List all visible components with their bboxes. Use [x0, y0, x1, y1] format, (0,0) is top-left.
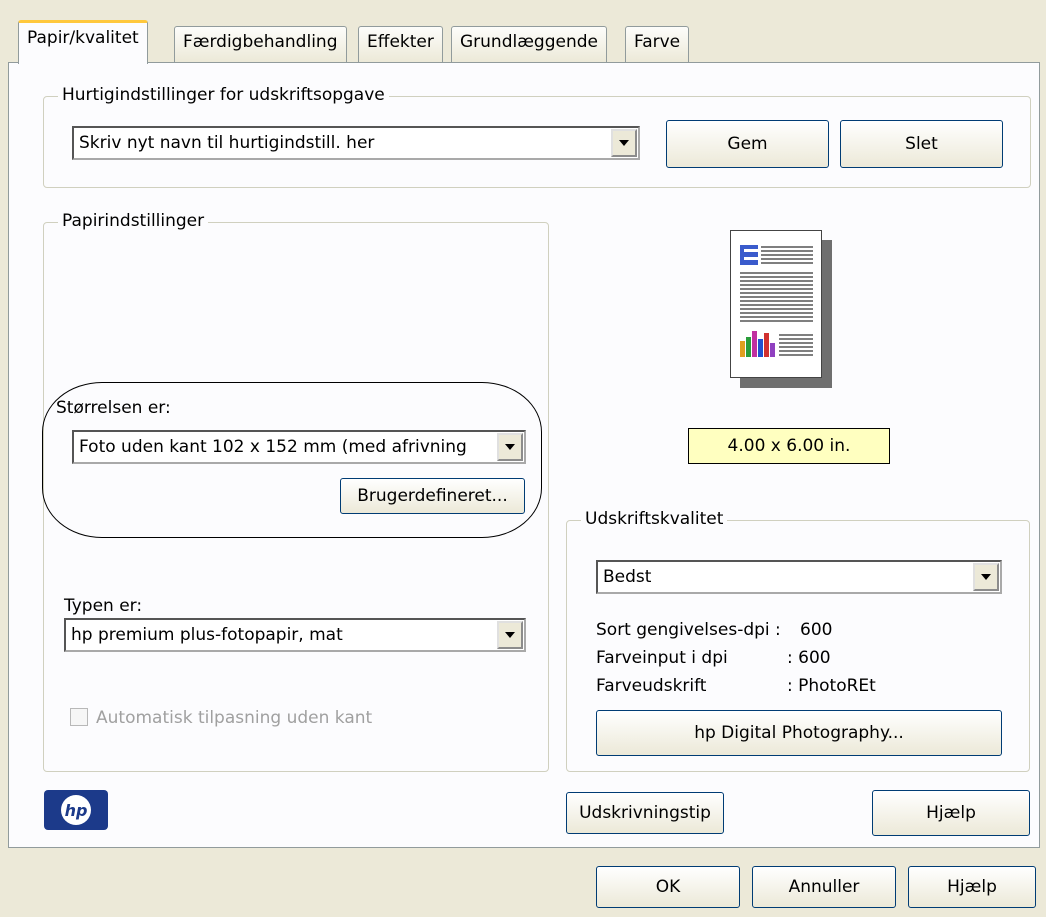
panel-help-button[interactable]: Hjælp [872, 790, 1030, 836]
digital-photography-button[interactable]: hp Digital Photography... [596, 710, 1002, 756]
print-quality-value: Bedst [603, 567, 652, 587]
color-output-value: : PhotoREt [787, 676, 876, 696]
dpi-color-input-value: : 600 [787, 648, 831, 668]
print-quality-legend: Udskriftskvalitet [581, 509, 728, 529]
paper-size-readout: 4.00 x 6.00 in. [688, 428, 890, 464]
ok-button[interactable]: OK [596, 866, 740, 908]
auto-borderless-checkbox[interactable] [70, 708, 88, 726]
panel-help-button-label: Hjælp [926, 803, 976, 823]
digital-photography-button-label: hp Digital Photography... [694, 723, 904, 743]
paper-size-value: Foto uden kant 102 x 152 mm (med afrivni… [79, 437, 467, 457]
print-tips-button-label: Udskrivningstip [579, 803, 711, 823]
paper-size-combo[interactable]: Foto uden kant 102 x 152 mm (med afrivni… [72, 430, 526, 464]
tab-label: Papir/kvalitet [27, 28, 139, 48]
chevron-down-icon[interactable] [611, 129, 637, 157]
page-preview-icon [740, 245, 813, 357]
hp-logo-text: hp [64, 800, 88, 820]
tab-label: Grundlæggende [460, 32, 598, 52]
paper-size-readout-text: 4.00 x 6.00 in. [727, 436, 851, 456]
dpi-black-label: Sort gengivelses-dpi : [596, 620, 781, 640]
print-quality-combo[interactable]: Bedst [596, 560, 1002, 594]
auto-borderless-label: Automatisk tilpasning uden kant [96, 708, 373, 728]
quick-settings-legend: Hurtigindstillinger for udskriftsopgave [58, 85, 389, 105]
type-label: Typen er: [64, 596, 143, 616]
save-button[interactable]: Gem [666, 120, 829, 168]
save-button-label: Gem [727, 134, 768, 154]
custom-size-button[interactable]: Brugerdefineret... [340, 478, 525, 514]
ok-button-label: OK [655, 877, 681, 897]
quick-settings-combo[interactable]: Skriv nyt navn til hurtigindstill. her [72, 126, 640, 160]
cancel-button[interactable]: Annuller [752, 866, 896, 908]
hp-logo: hp [44, 790, 108, 830]
dpi-black-value: 600 [800, 620, 833, 640]
dialog-help-button-label: Hjælp [947, 877, 997, 897]
dpi-color-input-label: Farveinput i dpi [596, 648, 728, 668]
paper-type-value: hp premium plus-fotopapir, mat [71, 625, 343, 645]
hp-logo-icon: hp [61, 795, 91, 825]
color-output-label: Farveudskrift [596, 676, 707, 696]
delete-button[interactable]: Slet [840, 120, 1003, 168]
tab-color[interactable]: Farve [625, 26, 690, 62]
chevron-down-icon[interactable] [497, 433, 523, 461]
tab-label: Færdigbehandling [183, 32, 338, 52]
tab-basics[interactable]: Grundlæggende [451, 26, 607, 62]
size-label: Størrelsen er: [56, 398, 171, 418]
tab-bar: Papir/kvalitet Færdigbehandling Effekter… [0, 0, 1046, 64]
custom-size-button-label: Brugerdefineret... [357, 486, 508, 506]
page-preview [730, 230, 822, 378]
tab-finishing[interactable]: Færdigbehandling [174, 26, 347, 62]
tab-paper-quality[interactable]: Papir/kvalitet [18, 20, 148, 64]
cancel-button-label: Annuller [788, 877, 860, 897]
tab-label: Farve [634, 32, 681, 52]
paper-settings-legend: Papirindstillinger [58, 211, 209, 231]
quick-settings-value: Skriv nyt navn til hurtigindstill. her [79, 133, 375, 153]
tab-label: Effekter [367, 32, 434, 52]
tab-effects[interactable]: Effekter [358, 26, 443, 62]
chevron-down-icon[interactable] [973, 563, 999, 591]
dialog-help-button[interactable]: Hjælp [908, 866, 1036, 908]
delete-button-label: Slet [905, 134, 938, 154]
print-tips-button[interactable]: Udskrivningstip [566, 792, 724, 834]
paper-type-combo[interactable]: hp premium plus-fotopapir, mat [64, 618, 526, 652]
chevron-down-icon[interactable] [497, 621, 523, 649]
